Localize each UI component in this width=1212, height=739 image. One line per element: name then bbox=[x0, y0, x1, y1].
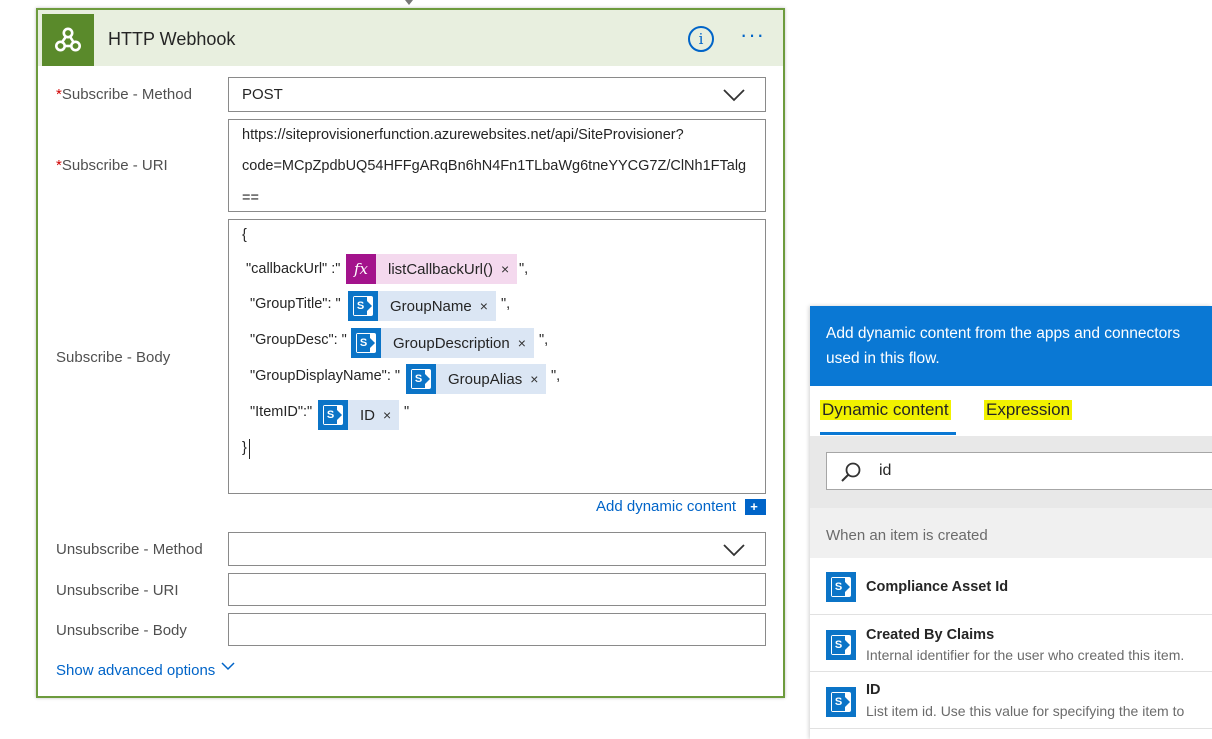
subscribe-method-label: *Subscribe - Method bbox=[56, 86, 192, 103]
section-header[interactable]: When an item is created bbox=[810, 508, 1212, 558]
unsubscribe-method-dropdown[interactable] bbox=[228, 532, 766, 566]
text-cursor bbox=[249, 439, 250, 459]
token-groupdescription[interactable]: S GroupDescription × bbox=[351, 328, 534, 358]
panel-header-line-2: used in this flow. bbox=[826, 350, 940, 367]
panel-tabs: Dynamic content Expression bbox=[810, 386, 1212, 436]
search-area: id bbox=[810, 436, 1212, 508]
sharepoint-icon: S bbox=[348, 291, 378, 321]
search-value: id bbox=[879, 462, 892, 479]
unsubscribe-method-label: Unsubscribe - Method bbox=[56, 541, 203, 558]
panel-header-line-1: Add dynamic content from the apps and co… bbox=[826, 325, 1181, 342]
unsubscribe-uri-field[interactable] bbox=[228, 573, 766, 606]
body-suffix: ", bbox=[551, 368, 561, 384]
subscribe-body-field[interactable]: { "callbackUrl" :" fx listCallbackUrl() … bbox=[228, 219, 766, 494]
subscribe-method-value: POST bbox=[242, 86, 283, 103]
http-webhook-card: HTTP Webhook i ··· *Subscribe - Method P… bbox=[36, 8, 785, 698]
remove-token-icon[interactable]: × bbox=[518, 335, 534, 351]
search-input[interactable]: id bbox=[826, 452, 1212, 490]
uri-line-2: code=MCpZpdbUQ54HFFgARqBn6hN4Fn1TLbaWg6t… bbox=[242, 158, 747, 174]
item-title: Compliance Asset Id bbox=[866, 579, 1009, 595]
token-id[interactable]: S ID × bbox=[318, 400, 400, 430]
item-title: Created By Claims bbox=[866, 627, 995, 643]
chevron-down-icon bbox=[723, 544, 745, 557]
remove-token-icon[interactable]: × bbox=[383, 407, 399, 423]
add-dynamic-content-icon[interactable]: + bbox=[745, 499, 763, 515]
webhook-icon bbox=[42, 14, 94, 66]
remove-token-icon[interactable]: × bbox=[530, 371, 546, 387]
token-groupalias[interactable]: S GroupAlias × bbox=[406, 364, 547, 394]
body-key-itemid: "ItemID":" bbox=[250, 404, 313, 420]
sharepoint-icon: S bbox=[826, 572, 856, 602]
item-description: List item id. Use this value for specify… bbox=[866, 703, 1185, 719]
card-header[interactable]: HTTP Webhook i ··· bbox=[38, 10, 783, 66]
sharepoint-icon: S bbox=[826, 687, 856, 717]
add-dynamic-content-link[interactable]: Add dynamic content bbox=[596, 498, 736, 515]
section-label: When an item is created bbox=[826, 527, 988, 544]
panel-pointer bbox=[800, 499, 810, 517]
body-key-callbackurl: "callbackUrl" :" bbox=[246, 261, 341, 277]
panel-header: Add dynamic content from the apps and co… bbox=[810, 306, 1212, 386]
search-icon bbox=[841, 462, 861, 482]
more-options-icon[interactable]: ··· bbox=[740, 22, 765, 48]
token-listcallbackurl[interactable]: fx listCallbackUrl() × bbox=[346, 254, 518, 284]
item-description: Internal identifier for the user who cre… bbox=[866, 647, 1185, 663]
tab-expression[interactable]: Expression bbox=[984, 400, 1073, 420]
uri-line-1: https://siteprovisionerfunction.azureweb… bbox=[242, 127, 684, 143]
top-connector-caret bbox=[405, 0, 413, 5]
sharepoint-icon: S bbox=[351, 328, 381, 358]
remove-token-icon[interactable]: × bbox=[480, 298, 496, 314]
token-label: GroupAlias bbox=[448, 370, 523, 388]
tab-dynamic-content[interactable]: Dynamic content bbox=[820, 400, 951, 420]
info-icon[interactable]: i bbox=[688, 26, 714, 52]
sharepoint-icon: S bbox=[318, 400, 348, 430]
token-label: ID bbox=[360, 406, 375, 424]
item-title: ID bbox=[866, 682, 881, 698]
body-key-groupdesc: "GroupDesc": " bbox=[250, 332, 347, 348]
show-advanced-options-link[interactable]: Show advanced options bbox=[56, 662, 215, 679]
subscribe-body-label: Subscribe - Body bbox=[56, 349, 171, 366]
body-key-groupdisplayname: "GroupDisplayName": " bbox=[250, 368, 401, 384]
body-close-brace: } bbox=[242, 440, 247, 456]
add-dynamic-content-bar bbox=[763, 499, 766, 515]
token-label: listCallbackUrl() bbox=[388, 260, 494, 278]
dynamic-content-panel: Add dynamic content from the apps and co… bbox=[810, 306, 1212, 739]
subscribe-uri-label: *Subscribe - URI bbox=[56, 157, 168, 174]
token-label: GroupDescription bbox=[393, 334, 510, 352]
unsubscribe-body-label: Unsubscribe - Body bbox=[56, 622, 187, 639]
dynamic-item-compliance-asset-id[interactable]: S Compliance Asset Id bbox=[810, 559, 1212, 615]
token-label: GroupName bbox=[390, 297, 472, 315]
sharepoint-icon: S bbox=[406, 364, 436, 394]
chevron-down-icon bbox=[723, 89, 745, 102]
subscribe-uri-field[interactable]: https://siteprovisionerfunction.azureweb… bbox=[228, 119, 766, 212]
body-key-grouptitle: "GroupTitle": " bbox=[250, 296, 341, 312]
body-suffix: " bbox=[404, 404, 410, 420]
expression-icon: fx bbox=[346, 254, 376, 284]
body-open-brace: { bbox=[242, 227, 247, 243]
chevron-down-icon[interactable] bbox=[221, 661, 235, 671]
body-suffix: ", bbox=[519, 261, 529, 277]
active-tab-underline bbox=[820, 432, 956, 435]
dynamic-item-created-by-claims[interactable]: S Created By Claims Internal identifier … bbox=[810, 616, 1212, 672]
sharepoint-icon: S bbox=[826, 630, 856, 660]
remove-token-icon[interactable]: × bbox=[501, 261, 517, 277]
body-suffix: ", bbox=[501, 296, 511, 312]
card-title: HTTP Webhook bbox=[108, 29, 236, 49]
body-suffix: ", bbox=[539, 332, 549, 348]
token-groupname[interactable]: S GroupName × bbox=[348, 291, 496, 321]
uri-line-3: == bbox=[242, 190, 259, 206]
subscribe-method-dropdown[interactable]: POST bbox=[228, 77, 766, 112]
dynamic-item-id[interactable]: S ID List item id. Use this value for sp… bbox=[810, 673, 1212, 729]
unsubscribe-body-field[interactable] bbox=[228, 613, 766, 646]
unsubscribe-uri-label: Unsubscribe - URI bbox=[56, 582, 179, 599]
